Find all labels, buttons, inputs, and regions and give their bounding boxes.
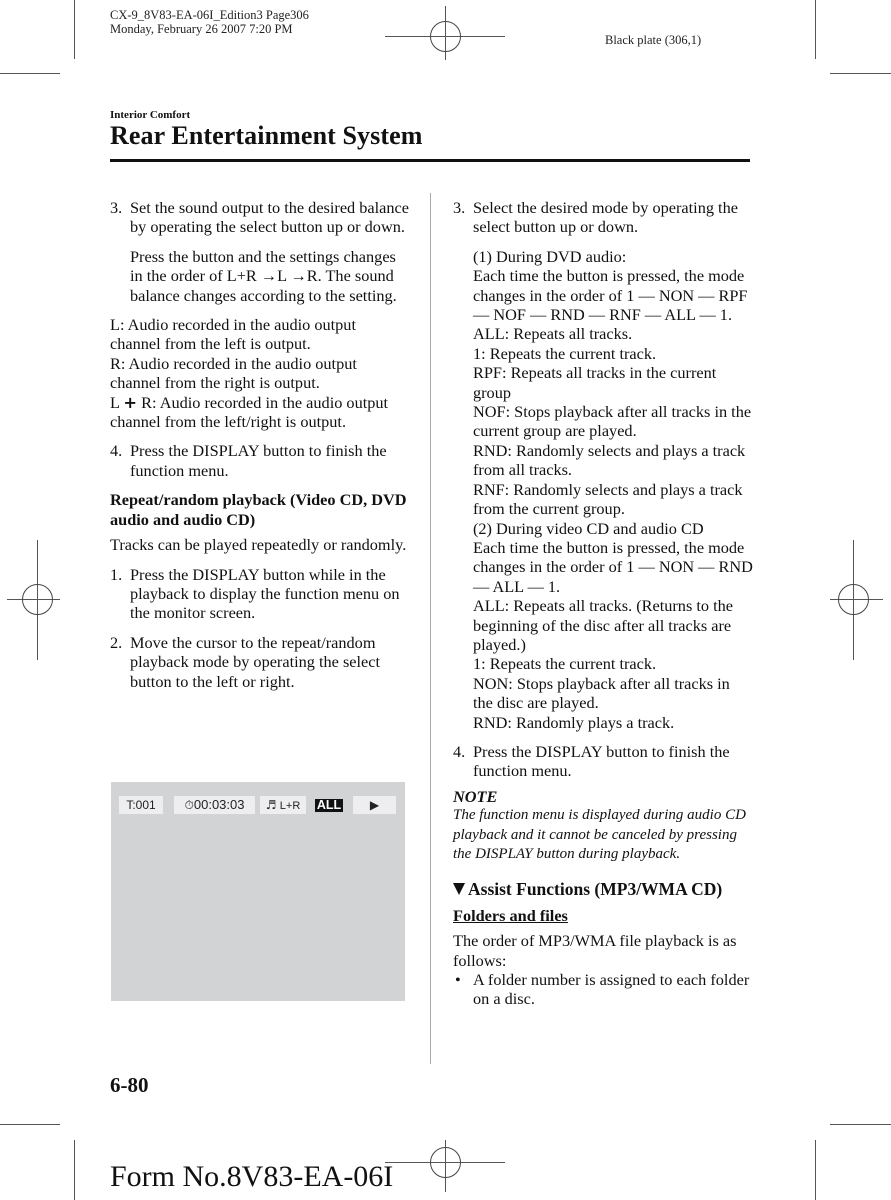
play-icon: ▶: [369, 798, 380, 812]
step-3-mode: 3. Select the desired mode by operating …: [453, 198, 753, 732]
step-4-finish: 4. Press the DISPLAY button to finish th…: [110, 441, 410, 480]
definition-L: L: Audio recorded in the audio output ch…: [110, 315, 356, 354]
cd-modes: (2) During video CD and audio CD Each ti…: [473, 519, 753, 732]
step-number: 4.: [110, 441, 123, 461]
mode-line: Each time the button is pressed, the mod…: [473, 537, 753, 596]
step-subtext: Press the button and the settings change…: [130, 246, 397, 305]
music-note-icon: ♬: [265, 798, 277, 812]
definition-R: R: Audio recorded in the audio output ch…: [110, 353, 357, 393]
form-number: Form No.8V83-EA-06I: [110, 1160, 394, 1193]
crop-mark-tl-v: [74, 0, 75, 59]
section-label: Interior Comfort: [110, 109, 191, 121]
mode-line: 1: Repeats the current track.: [473, 343, 657, 363]
mode-indicator: ALL: [311, 796, 347, 814]
mode-line: RND: Randomly selects and plays a track …: [473, 440, 746, 480]
step-number: 1.: [110, 564, 123, 584]
definition-LR: L + R: Audio recorded in the audio outpu…: [110, 392, 389, 432]
mode-line: (1) During DVD audio:: [473, 246, 627, 266]
mode-line: Each time the button is pressed, the mod…: [473, 266, 748, 325]
step-4-finish-right: 4. Press the DISPLAY button to finish th…: [453, 742, 753, 781]
clock-icon: ⏱: [184, 798, 194, 812]
triangle-down-icon: [453, 883, 465, 896]
step-number: 3.: [453, 198, 466, 217]
print-meta: CX-9_8V83-EA-06I_Edition3 Page306 Monday…: [110, 8, 309, 36]
step-number: 4.: [453, 741, 466, 761]
print-meta-file: CX-9_8V83-EA-06I_Edition3 Page306: [110, 8, 309, 22]
crop-mark-bl-v: [74, 1140, 75, 1200]
step-3-balance: 3. Set the sound output to the desired b…: [110, 198, 410, 305]
crop-mark-br-v: [815, 1140, 816, 1200]
plate-label: Black plate (306,1): [605, 33, 702, 47]
step-2-cursor: 2. Move the cursor to the repeat/random …: [110, 633, 410, 691]
bullet-icon: •: [455, 970, 461, 990]
folders-intro: The order of MP3/WMA file playback is as…: [453, 931, 737, 970]
reg-left-circle: [22, 584, 53, 615]
note-text: The function menu is displayed during au…: [453, 807, 746, 862]
mode-line: NON: Stops playback after all tracks in …: [473, 673, 730, 713]
subheading-repeat-random: Repeat/random playback (Video CD, DVD au…: [110, 490, 407, 529]
page-title: Rear Entertainment System: [110, 121, 423, 150]
mode-line: ALL: Repeats all tracks. (Returns to the…: [473, 596, 733, 654]
crop-mark-tr-v: [815, 0, 816, 59]
print-meta-date: Monday, February 26 2007 7:20 PM: [110, 22, 293, 36]
mode-line: NOF: Stops playback after all tracks in …: [473, 402, 752, 441]
mode-line: RNF: Randomly selects and plays a track …: [473, 479, 743, 519]
intro-text: Tracks can be played repeatedly or rando…: [110, 535, 407, 555]
step-text: Select the desired mode by operating the…: [473, 198, 738, 237]
folders-heading: Folders and files: [453, 905, 568, 925]
reg-right-circle: [838, 584, 869, 615]
audio-indicator: ♬ L+R: [260, 796, 306, 814]
step-text: Press the DISPLAY button to finish the f…: [130, 441, 387, 480]
mode-line: (2) During video CD and audio CD: [473, 518, 704, 538]
reg-top-circle: [430, 21, 461, 52]
mode-line: ALL: Repeats all tracks.: [473, 324, 633, 344]
play-indicator: ▶: [353, 796, 396, 814]
note-label: NOTE: [453, 786, 498, 806]
right-column: 3. Select the desired mode by operating …: [453, 198, 753, 1009]
column-divider: [430, 193, 431, 1064]
bullet-item: • A folder number is assigned to each fo…: [453, 970, 753, 1009]
track-indicator: T:001: [119, 796, 163, 814]
step-text: Set the sound output to the desired bala…: [130, 198, 409, 237]
mode-line: RPF: Repeats all tracks in the current g…: [473, 363, 717, 402]
monitor-screen-illustration: T:001 ⏱00:03:03 ♬ L+R ALL ▶: [111, 782, 405, 1001]
mode-badge: ALL: [314, 798, 344, 812]
crop-mark-tl-h: [0, 73, 60, 74]
step-number: 2.: [110, 632, 123, 652]
mode-line: 1: Repeats the current track.: [473, 654, 657, 674]
dvd-audio-modes: (1) During DVD audio: Each time the butt…: [473, 247, 753, 519]
assist-functions-heading: Assist Functions (MP3/WMA CD): [453, 880, 753, 899]
reg-bottom-circle: [430, 1147, 461, 1178]
crop-mark-br-h: [830, 1124, 891, 1125]
bullet-text: A folder number is assigned to each fold…: [473, 970, 750, 1009]
page-number: 6-80: [110, 1073, 149, 1097]
step-number: 3.: [110, 198, 123, 217]
left-column: 3. Set the sound output to the desired b…: [110, 198, 410, 691]
step-text: Move the cursor to the repeat/random pla…: [130, 632, 381, 691]
step-1-display: 1. Press the DISPLAY button while in the…: [110, 565, 410, 623]
mode-line: RND: Randomly plays a track.: [473, 712, 675, 732]
crop-mark-bl-h: [0, 1124, 60, 1125]
time-indicator: ⏱00:03:03: [174, 796, 255, 814]
step-text: Press the DISPLAY button while in the pl…: [130, 564, 400, 623]
crop-mark-tr-h: [830, 73, 891, 74]
title-rule: [110, 159, 750, 162]
plus-icon: +: [123, 392, 138, 412]
step-text: Press the DISPLAY button to finish the f…: [473, 741, 730, 781]
